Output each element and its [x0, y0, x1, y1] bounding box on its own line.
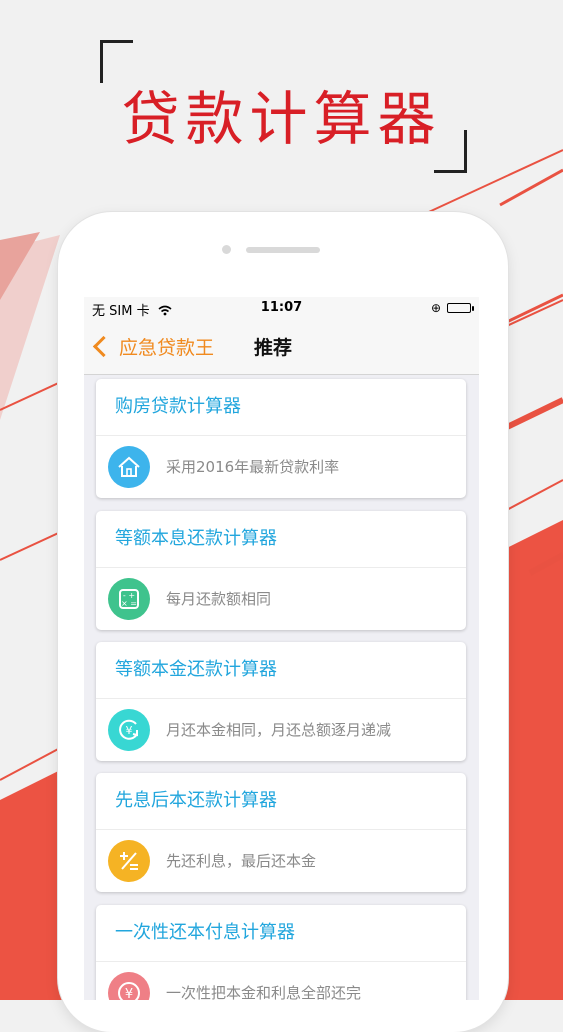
status-time: 11:07	[260, 300, 303, 315]
status-right: ⊕	[430, 301, 474, 315]
calculator-card[interactable]: 等额本金还款计算器 ¥ 月还本金相同，月还总额逐月递减	[96, 642, 466, 761]
page-title: 推荐	[254, 337, 293, 359]
back-button[interactable]: 应急贷款王	[92, 333, 214, 360]
card-body: 采用2016年最新贷款利率	[96, 436, 466, 498]
card-title: 一次性还本付息计算器	[96, 905, 466, 962]
card-body: ¥ 一次性把本金和利息全部还完	[96, 962, 466, 1000]
house-icon	[108, 446, 150, 488]
hero-title: 贷款计算器	[121, 85, 442, 153]
card-body: ¥ 月还本金相同，月还总额逐月递减	[96, 699, 466, 761]
card-description: 月还本金相同，月还总额逐月递减	[166, 721, 392, 739]
calculator-card[interactable]: 等额本息还款计算器 - + × = 每月还款额相同	[96, 511, 466, 630]
svg-text:¥: ¥	[125, 987, 133, 1000]
camera-dot	[222, 245, 231, 254]
calculator-icon: - + × =	[108, 578, 150, 620]
card-title: 先息后本还款计算器	[96, 773, 466, 830]
chevron-left-icon	[92, 335, 115, 358]
card-body: - + × = 每月还款额相同	[96, 568, 466, 630]
card-description: 先还利息，最后还本金	[166, 852, 317, 870]
phone-screen: 无 SIM 卡 11:07 ⊕ 应急贷款王 推荐 购房贷款计算器 采用2016年…	[84, 297, 479, 1000]
svg-text:¥: ¥	[126, 724, 133, 737]
calculator-card[interactable]: 购房贷款计算器 采用2016年最新贷款利率	[96, 379, 466, 498]
card-description: 每月还款额相同	[166, 590, 272, 608]
card-description: 一次性把本金和利息全部还完	[166, 984, 362, 1000]
svg-text:× =: × =	[121, 599, 137, 608]
card-description: 采用2016年最新贷款利率	[166, 458, 340, 476]
calculator-card[interactable]: 一次性还本付息计算器 ¥ 一次性把本金和利息全部还完	[96, 905, 466, 1000]
navigation-bar: 应急贷款王 推荐	[84, 319, 479, 375]
card-title: 等额本金还款计算器	[96, 642, 466, 699]
card-title: 购房贷款计算器	[96, 379, 466, 436]
battery-icon	[447, 303, 474, 313]
plus-minus-icon	[108, 840, 150, 882]
calculator-card[interactable]: 先息后本还款计算器 先还利息，最后还本金	[96, 773, 466, 892]
speaker-grille	[246, 247, 320, 253]
card-title: 等额本息还款计算器	[96, 511, 466, 568]
yen-cycle-icon: ¥	[108, 709, 150, 751]
card-body: 先还利息，最后还本金	[96, 830, 466, 892]
status-bar: 无 SIM 卡 11:07 ⊕	[84, 297, 479, 319]
back-label: 应急贷款王	[119, 337, 215, 359]
rotation-lock-icon: ⊕	[430, 301, 441, 315]
yen-icon: ¥	[108, 972, 150, 1000]
